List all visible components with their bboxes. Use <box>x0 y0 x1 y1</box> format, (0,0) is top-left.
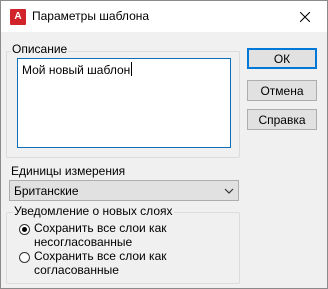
help-button-label: Справка <box>258 112 306 127</box>
cancel-button-label: Отмена <box>260 83 304 98</box>
ok-button-label: ОК <box>273 51 291 66</box>
title-bar: A Параметры шаблона <box>1 1 327 32</box>
close-button[interactable] <box>283 1 327 32</box>
layer-notification-legend: Уведомление о новых слоях <box>13 204 174 218</box>
window-title: Параметры шаблона <box>32 9 150 23</box>
units-dropdown[interactable]: Британские <box>9 180 239 201</box>
units-selected-value: Британские <box>14 184 79 198</box>
chevron-down-icon <box>224 188 234 194</box>
units-label: Единицы измерения <box>11 164 126 178</box>
radio-button[interactable] <box>19 252 30 263</box>
radio-label-unreconciled: Сохранить все слои как несогласованные <box>34 221 167 249</box>
close-icon <box>300 11 310 22</box>
text-caret <box>131 62 133 76</box>
radio-button-checked[interactable] <box>19 224 30 235</box>
description-textarea[interactable]: Мой новый шаблон <box>17 58 231 148</box>
template-options-dialog: A Параметры шаблона Описание Мой новый ш… <box>0 0 328 289</box>
radio-label-reconciled: Сохранить все слои как согласованные <box>34 249 167 277</box>
cancel-button[interactable]: Отмена <box>247 80 317 101</box>
description-legend: Описание <box>11 42 69 56</box>
help-button[interactable]: Справка <box>247 109 317 130</box>
autocad-logo-icon: A <box>10 9 26 25</box>
description-text: Мой новый шаблон <box>22 63 131 77</box>
ok-button[interactable]: ОК <box>247 48 317 69</box>
